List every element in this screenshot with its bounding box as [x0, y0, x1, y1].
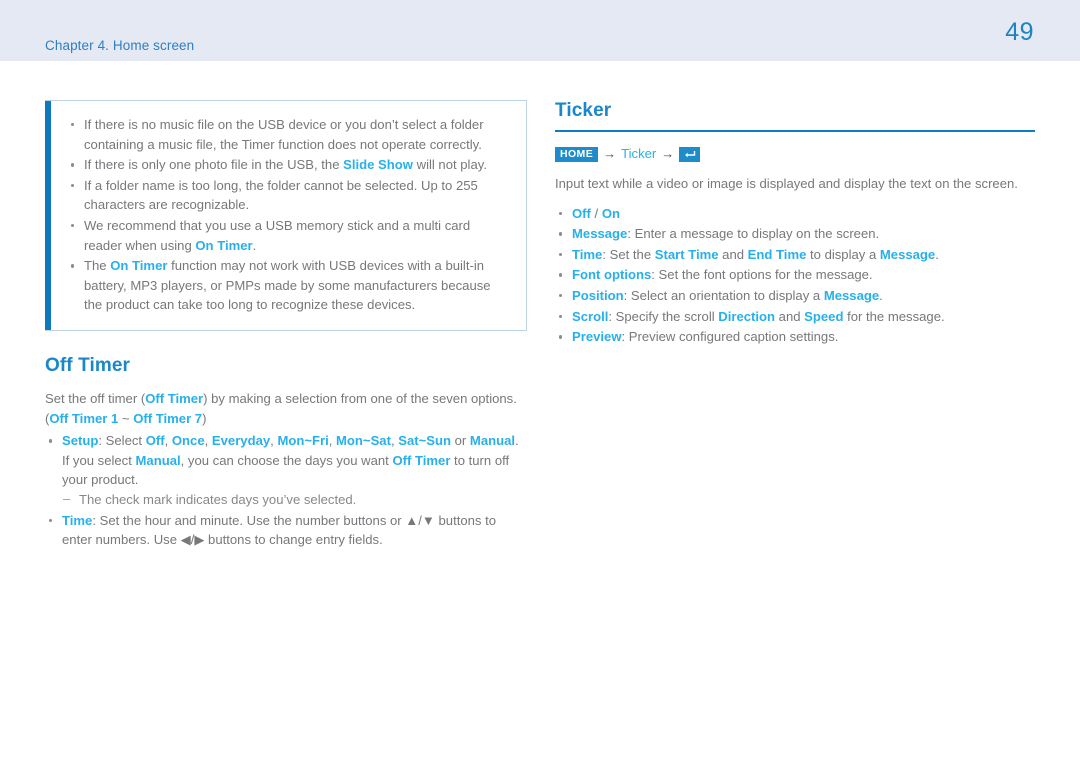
keyword: Position — [572, 287, 624, 303]
keyword: Off Timer — [145, 390, 204, 406]
sub-bullet-list: The check mark indicates days you’ve sel… — [62, 489, 527, 510]
off-timer-intro: Set the off timer (Off Timer) by making … — [45, 390, 517, 426]
note-box: If there is no music file on the USB dev… — [45, 100, 527, 331]
keyword: Direction — [718, 308, 776, 324]
keyword: Scroll — [572, 308, 609, 324]
note-list-item: The On Timer function may not work with … — [67, 256, 510, 315]
keyword: Message — [572, 226, 628, 242]
keyword: Sat~Sun — [398, 433, 451, 449]
keyword: On Timer — [195, 237, 253, 253]
left-column: If there is no music file on the USB dev… — [45, 100, 527, 551]
keyword: Once — [171, 433, 205, 449]
breadcrumb: HOME → Ticker → — [555, 145, 1035, 163]
keyword: Off Timer — [392, 452, 451, 468]
keyword: Off Timer 7 — [133, 410, 203, 426]
breadcrumb-ticker-link[interactable]: Ticker — [621, 145, 656, 163]
ticker-list-item: Font options: Set the font options for t… — [555, 265, 1035, 285]
keyword: Preview — [572, 329, 622, 345]
off-timer-bullet-list: Setup: Select Off, Once, Everyday, Mon~F… — [45, 431, 527, 550]
ticker-list-item: Message: Enter a message to display on t… — [555, 224, 1035, 244]
keyword: On Timer — [110, 258, 168, 274]
chapter-title: Chapter 4. Home screen — [45, 38, 195, 53]
off-timer-list-item: Setup: Select Off, Once, Everyday, Mon~F… — [45, 431, 527, 509]
keyword: Manual — [135, 452, 181, 468]
keyword: Time — [572, 246, 603, 262]
note-list-item: We recommend that you use a USB memory s… — [67, 216, 510, 255]
keyword: End Time — [747, 246, 807, 262]
enter-key-icon — [679, 146, 701, 162]
right-column: Ticker HOME → Ticker → Input text while … — [555, 100, 1035, 348]
keyword: Slide Show — [343, 157, 413, 173]
keyword: Speed — [804, 308, 844, 324]
sub-list-item: The check mark indicates days you’ve sel… — [62, 489, 527, 510]
ticker-list-item: Scroll: Specify the scroll Direction and… — [555, 307, 1035, 327]
ticker-bullet-list: Off / On Message: Enter a message to disp… — [555, 204, 1035, 347]
breadcrumb-arrow-icon: → — [603, 146, 617, 161]
off-timer-heading: Off Timer — [45, 354, 131, 376]
keyword: Off Timer 1 — [49, 410, 119, 426]
keyword: Off — [145, 433, 165, 449]
ticker-list-item: Position: Select an orientation to displ… — [555, 286, 1035, 306]
keyword: Setup — [62, 433, 99, 449]
ticker-list-item: Preview: Preview configured caption sett… — [555, 327, 1035, 347]
note-list-item: If there is no music file on the USB dev… — [67, 115, 510, 154]
off-timer-list-item: Time: Set the hour and minute. Use the n… — [45, 511, 527, 550]
note-list-item: If there is only one photo file in the U… — [67, 155, 510, 175]
keyword: Message — [879, 246, 936, 262]
breadcrumb-arrow-icon-2: → — [661, 146, 675, 161]
page-number: 49 — [1005, 18, 1034, 46]
ticker-list-item: Off / On — [555, 204, 1035, 224]
ticker-heading: Ticker — [555, 100, 612, 121]
keyword: Manual — [469, 433, 516, 449]
note-list-item: If a folder name is too long, the folder… — [67, 176, 510, 215]
keyword: On — [601, 205, 621, 221]
keyword: Font options — [572, 267, 652, 283]
keyword: Start Time — [654, 246, 719, 262]
keyword: Off — [572, 205, 591, 221]
note-bullet-list: If there is no music file on the USB dev… — [67, 115, 510, 315]
keyword: Everyday — [211, 433, 271, 449]
ticker-intro: Input text while a video or image is dis… — [555, 176, 1018, 191]
keyword: Time — [62, 512, 93, 528]
ticker-list-item: Time: Set the Start Time and End Time to… — [555, 245, 1035, 265]
keyword: Mon~Sat — [336, 433, 391, 449]
keyword: Mon~Fri — [277, 433, 329, 449]
breadcrumb-home-badge[interactable]: HOME — [555, 146, 599, 162]
keyword: Message — [823, 287, 880, 303]
